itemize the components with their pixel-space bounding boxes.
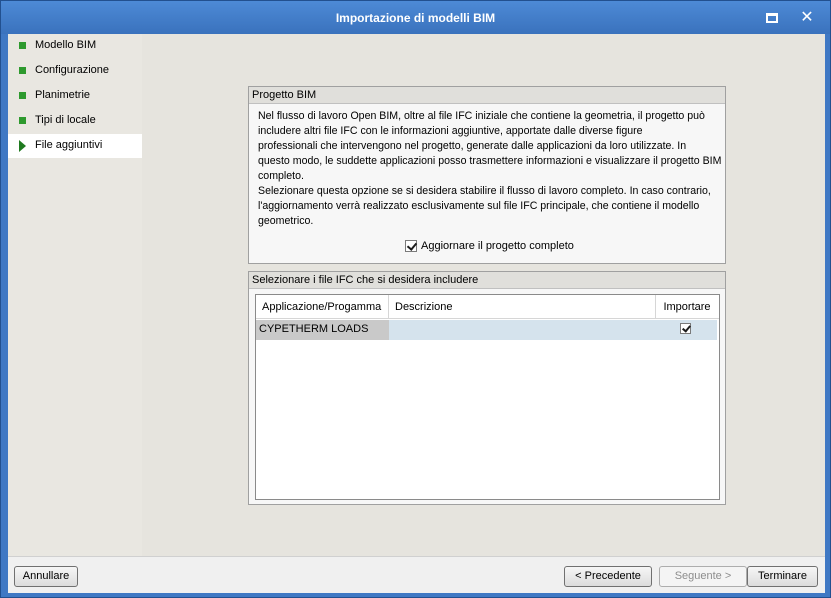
current-step-arrow-icon [19,140,26,152]
description-line: geometrico. [258,215,314,227]
step-planimetrie[interactable]: Planimetrie [8,84,142,108]
step-label: Tipi di locale [35,114,96,126]
next-button[interactable]: Seguente > [659,566,747,587]
title-bar[interactable]: Importazione di modelli BIM ✕ [1,1,830,34]
description-line: includere altri file IFC con le informaz… [258,125,643,137]
step-label: File aggiuntivi [35,139,103,151]
close-button[interactable]: ✕ [797,9,817,27]
maximize-button[interactable] [762,9,782,27]
window-title: Importazione di modelli BIM [335,11,496,25]
ifc-files-table[interactable]: Applicazione/Progamma Descrizione Import… [255,294,720,500]
description-line: Selezionare questa opzione se si desider… [258,185,711,197]
step-configurazione[interactable]: Configurazione [8,59,142,83]
dialog-client: Modello BIM Configurazione Planimetrie T… [8,34,825,593]
description-line: l'aggiornamento verrà realizzato esclusi… [258,200,700,212]
dialog-window: Importazione di modelli BIM ✕ Modello BI… [0,0,831,598]
checkbox-label[interactable]: Aggiornare il progetto completo [421,240,574,252]
progetto-bim-group: Progetto BIM Nel flusso di lavoro Open B… [248,86,726,264]
previous-button[interactable]: < Precedente [564,566,652,587]
table-row[interactable]: CYPETHERM LOADS [256,320,717,340]
description-line: completo. [258,170,304,182]
step-modello-bim[interactable]: Modello BIM [8,34,142,58]
maximize-icon [766,13,778,23]
step-done-icon [19,117,26,124]
ifc-files-group: Selezionare i file IFC che si desidera i… [248,271,726,505]
cell-description[interactable] [389,320,656,340]
step-done-icon [19,42,26,49]
column-header-description[interactable]: Descrizione [389,295,656,319]
step-done-icon [19,92,26,99]
table-header: Applicazione/Progamma Descrizione Import… [256,295,719,319]
description-line: questo modo, le suddette applicazioni po… [258,155,722,167]
cell-import[interactable] [656,320,717,340]
cell-app[interactable]: CYPETHERM LOADS [256,320,389,340]
wizard-steps: Modello BIM Configurazione Planimetrie T… [8,34,142,556]
import-checkbox[interactable] [680,323,691,334]
dialog-footer: Annullare < Precedente Seguente > Termin… [8,556,825,593]
description-line: professionali che intervengono nel proge… [258,140,687,152]
step-file-aggiuntivi[interactable]: File aggiuntivi [8,134,142,158]
cancel-button[interactable]: Annullare [14,566,78,587]
description-line: Nel flusso di lavoro Open BIM, oltre al … [258,110,705,122]
column-header-import[interactable]: Importare [656,295,718,319]
aggiornare-progetto-checkbox[interactable] [405,240,417,252]
column-header-app[interactable]: Applicazione/Progamma [256,295,389,319]
close-icon: ✕ [800,9,814,26]
group-title: Selezionare i file IFC che si desidera i… [249,272,725,289]
wizard-content: Progetto BIM Nel flusso di lavoro Open B… [142,34,825,556]
finish-button[interactable]: Terminare [747,566,818,587]
step-label: Modello BIM [35,39,97,51]
step-tipi-di-locale[interactable]: Tipi di locale [8,109,142,133]
step-done-icon [19,67,26,74]
step-label: Configurazione [35,64,109,76]
group-title: Progetto BIM [249,87,725,104]
step-label: Planimetrie [35,89,91,101]
